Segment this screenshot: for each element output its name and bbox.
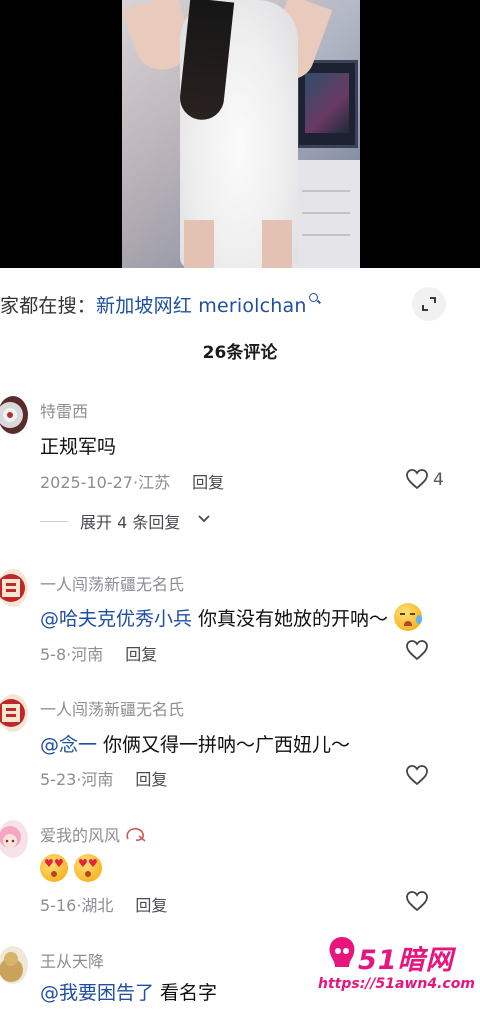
comment-location: 江苏	[138, 473, 171, 492]
reply-button[interactable]: 回复	[125, 645, 157, 664]
comment-meta: 5-8·河南 回复	[40, 645, 158, 664]
username[interactable]: 一人闯荡新疆无名氏	[40, 696, 184, 720]
avatar[interactable]	[0, 820, 28, 858]
comment-location: 河南	[71, 645, 104, 664]
watermark: 51暗网 https://51awn4.com	[318, 930, 478, 1000]
fullscreen-button[interactable]	[412, 287, 446, 321]
avatar[interactable]	[0, 569, 28, 607]
expand-replies-label: 展开 4 条回复	[80, 513, 181, 532]
username[interactable]: 一人闯荡新疆无名氏	[40, 571, 184, 595]
heart-icon	[406, 469, 428, 490]
comment-meta: 5-16·湖北 回复	[40, 896, 168, 915]
comment-meta: 2025-10-27·江苏 回复	[40, 473, 225, 492]
watermark-url: https://51awn4.com	[318, 976, 475, 992]
avatar[interactable]	[0, 396, 28, 434]
expand-icon	[422, 297, 436, 311]
mention-link[interactable]: @我要困告了	[40, 982, 154, 1004]
like-button[interactable]	[405, 764, 461, 790]
reply-button[interactable]: 回复	[192, 473, 224, 492]
comment-location: 湖北	[81, 896, 114, 915]
comment-date: 5-23	[40, 770, 77, 789]
heart-eyes-face-emoji	[74, 854, 103, 882]
comment-date: 2025-10-27	[40, 473, 133, 492]
search-keyword[interactable]: 新加坡网红 meriolchan	[96, 295, 307, 317]
avatar[interactable]	[0, 694, 28, 732]
comment-date: 5-16	[40, 896, 77, 915]
comment-body: 看名字	[154, 982, 218, 1004]
comment-text: @哈夫克优秀小兵 你真没有她放的开呐～	[40, 603, 423, 631]
logo-icon	[329, 937, 355, 967]
username-text: 爱我的风风	[40, 826, 121, 845]
search-prefix: 家都在搜：	[0, 295, 97, 317]
heart-icon	[406, 640, 428, 661]
comment-text	[40, 854, 103, 882]
badge-icon	[126, 827, 146, 842]
divider	[40, 521, 68, 522]
mention-link[interactable]: @念一	[40, 734, 97, 756]
comment-body: 你俩又得一拼呐～广西妞儿～	[97, 734, 351, 756]
like-count: 4	[433, 470, 444, 490]
heart-eyes-face-emoji	[40, 854, 68, 882]
video-frame	[122, 0, 360, 268]
chevron-down-icon	[198, 515, 210, 523]
crying-face-emoji	[394, 603, 423, 631]
username[interactable]: 特雷西	[40, 398, 88, 422]
mention-link[interactable]: @哈夫克优秀小兵	[40, 608, 192, 630]
heart-icon	[406, 765, 428, 786]
comment-text: @念一 你俩又得一拼呐～广西妞儿～	[40, 730, 350, 757]
like-button[interactable]	[405, 890, 461, 916]
search-suggestion[interactable]: 家都在搜：新加坡网红 meriolchan	[0, 291, 322, 318]
like-button[interactable]	[405, 639, 461, 665]
username[interactable]: 王从天降	[40, 948, 104, 972]
expand-replies-button[interactable]: 展开 4 条回复	[40, 509, 240, 533]
comment-count: 26条评论	[202, 343, 278, 363]
reply-button[interactable]: 回复	[135, 770, 167, 789]
search-icon	[308, 292, 322, 306]
comment-date: 5-8	[40, 645, 67, 664]
watermark-title: 51暗网	[358, 945, 454, 976]
like-button[interactable]: 4	[405, 468, 461, 494]
comment-body: 你真没有她放的开呐～	[192, 608, 389, 630]
reply-button[interactable]: 回复	[135, 896, 167, 915]
comment-text: 正规军吗	[40, 436, 117, 458]
username[interactable]: 爱我的风风	[40, 822, 147, 846]
comment-location: 河南	[81, 770, 114, 789]
comment-text: @我要困告了 看名字	[40, 978, 217, 1005]
avatar[interactable]	[0, 946, 28, 984]
comment-meta: 5-23·河南 回复	[40, 770, 168, 789]
video-player[interactable]	[0, 0, 480, 268]
search-suggestion-row[interactable]: 家都在搜：新加坡网红 meriolchan	[0, 283, 480, 323]
heart-icon	[406, 891, 428, 912]
